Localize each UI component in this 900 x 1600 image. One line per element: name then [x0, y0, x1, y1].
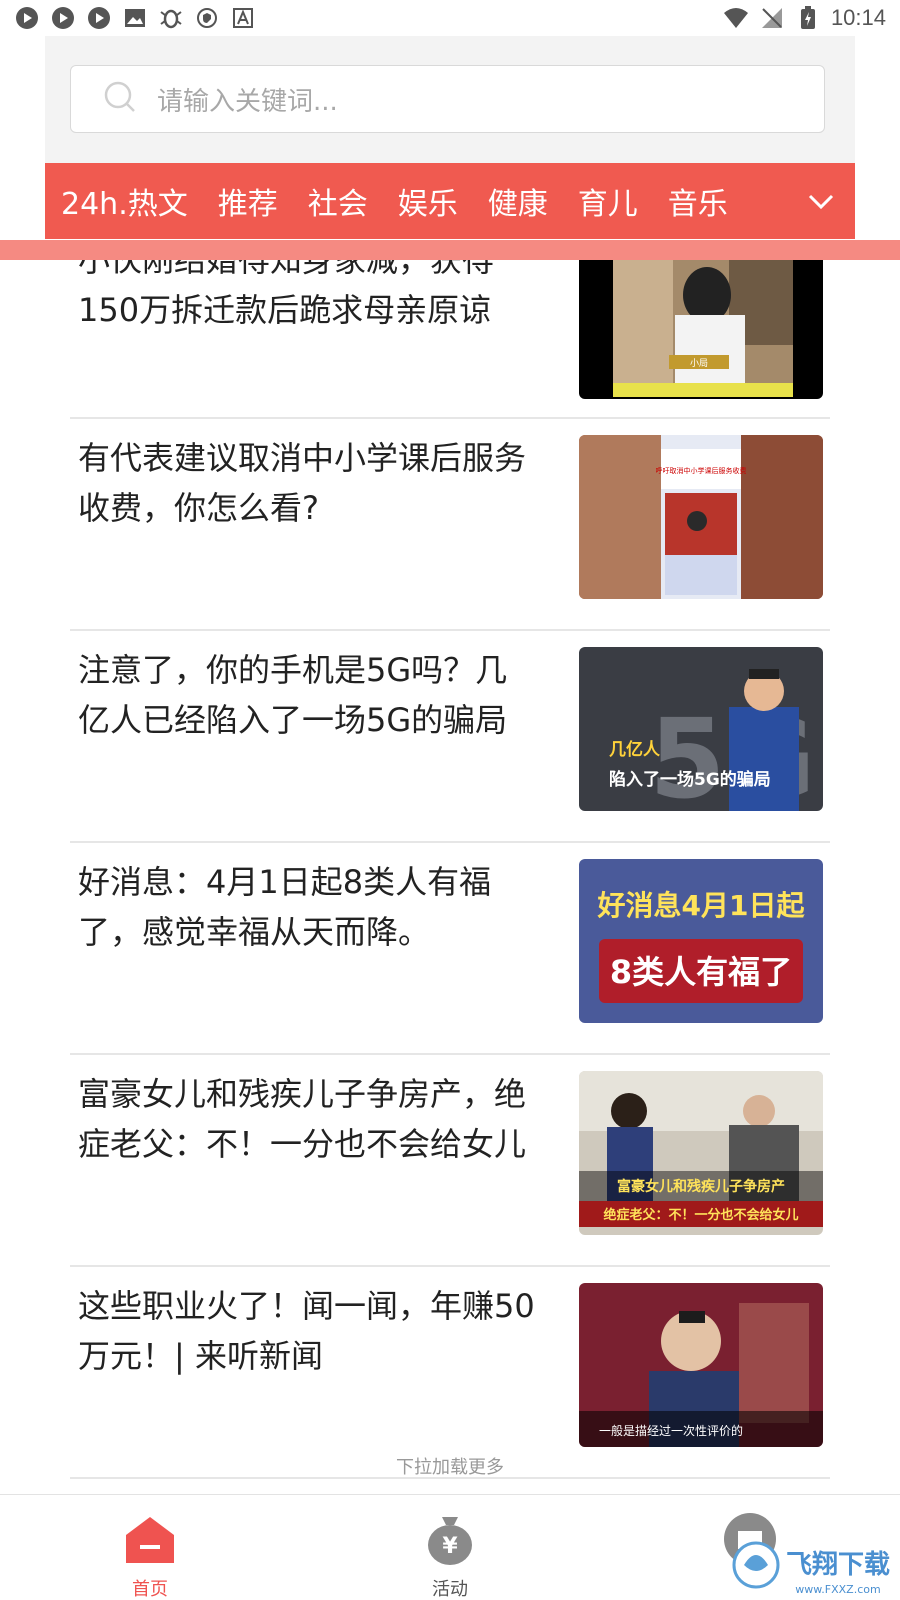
- news-title: 小伙刚结婚得知身家减，获得150万拆迁款后跪求母亲原谅: [78, 260, 495, 329]
- chevron-down-icon[interactable]: [805, 185, 837, 217]
- thumb-caption: 几亿人: [609, 739, 661, 760]
- news-item[interactable]: 小伙刚结婚得知身家减，获得150万拆迁款后跪求母亲原谅 小局: [70, 260, 830, 419]
- thumb-caption: 富豪女儿和残疾儿子争房产: [617, 1178, 785, 1195]
- nav-activity[interactable]: ¥ 活动: [390, 1511, 510, 1600]
- news-item[interactable]: 有代表建议取消中小学课后服务收费，你怎么看? 呼吁取消中小学课后服务收费: [70, 419, 830, 631]
- tab-hot[interactable]: 24h.热文: [61, 179, 188, 223]
- thumb-caption: 8类人有福了: [610, 953, 792, 991]
- news-item[interactable]: 这些职业火了！闻一闻，年赚50万元！| 来听新闻 一般是描经过一次性评价的: [70, 1267, 830, 1479]
- load-more-hint: 下拉加载更多: [396, 1457, 504, 1478]
- battery-charging-icon: [795, 5, 821, 31]
- wifi-icon: [723, 5, 749, 31]
- shield-icon: [194, 5, 220, 31]
- news-item[interactable]: 富豪女儿和残疾儿子争房产，绝症老父：不！一分也不会给女儿 富豪女儿和残疾儿子争房…: [70, 1055, 830, 1267]
- status-icons-left: [14, 5, 256, 31]
- play-icon: [86, 5, 112, 31]
- category-tabbar: 24h.热文 推荐 社会 娱乐 健康 育儿 音乐: [45, 163, 855, 239]
- news-feed[interactable]: 小伙刚结婚得知身家减，获得150万拆迁款后跪求母亲原谅 小局 有代表建议取消中小…: [0, 260, 900, 1494]
- status-icons-right: 10:14: [723, 5, 886, 31]
- tab-parenting[interactable]: 育儿: [578, 179, 638, 223]
- play-icon: [14, 5, 40, 31]
- news-thumbnail: 小局: [579, 260, 823, 399]
- image-icon: [122, 5, 148, 31]
- thumb-caption: 小局: [690, 358, 708, 369]
- thumb-caption: 好消息4月1日起: [597, 889, 806, 922]
- status-bar: 10:14: [0, 0, 900, 36]
- signal-off-icon: [759, 5, 785, 31]
- thumb-caption: 一般是描经过一次性评价的: [599, 1423, 743, 1438]
- watermark-text: 飞翔下载: [786, 1550, 890, 1580]
- news-item[interactable]: 好消息：4月1日起8类人有福了，感觉幸福从天而降。 好消息4月1日起 8类人有福…: [70, 843, 830, 1055]
- nav-activity-label: 活动: [432, 1579, 468, 1600]
- news-thumbnail: 呼吁取消中小学课后服务收费: [579, 435, 823, 599]
- status-time: 10:14: [830, 5, 886, 30]
- refresh-strip: [0, 240, 900, 260]
- news-title: 有代表建议取消中小学课后服务收费，你怎么看?: [78, 439, 527, 527]
- news-title: 好消息：4月1日起8类人有福了，感觉幸福从天而降。: [78, 863, 492, 951]
- thumb-caption: 陷入了一场5G的骗局: [609, 769, 771, 790]
- tab-health[interactable]: 健康: [488, 179, 548, 223]
- money-bag-icon: ¥: [422, 1517, 478, 1571]
- font-a-icon: [230, 5, 256, 31]
- watermark-url: www.FXXZ.com: [795, 1583, 880, 1596]
- svg-text:¥: ¥: [442, 1534, 458, 1559]
- news-thumbnail: 5G 几亿人 陷入了一场5G的骗局: [579, 647, 823, 811]
- watermark-logo: 飞翔下载 www.FXXZ.com: [726, 1515, 900, 1600]
- nav-home-label: 首页: [132, 1579, 168, 1600]
- news-thumbnail: 一般是描经过一次性评价的: [579, 1283, 823, 1447]
- tab-entertainment[interactable]: 娱乐: [398, 179, 458, 223]
- home-icon: [122, 1517, 178, 1571]
- news-title: 注意了，你的手机是5G吗？几亿人已经陷入了一场5G的骗局: [78, 651, 508, 739]
- thumb-caption: 呼吁取消中小学课后服务收费: [656, 466, 747, 475]
- news-thumbnail: 富豪女儿和残疾儿子争房产 绝症老父：不！一分也不会给女儿: [579, 1071, 823, 1235]
- play-icon: [50, 5, 76, 31]
- news-title: 富豪女儿和残疾儿子争房产，绝症老父：不！一分也不会给女儿: [78, 1075, 527, 1163]
- news-item[interactable]: 注意了，你的手机是5G吗？几亿人已经陷入了一场5G的骗局 5G 几亿人 陷入了一…: [70, 631, 830, 843]
- tab-music[interactable]: 音乐: [668, 179, 728, 223]
- search-icon: [103, 80, 137, 118]
- news-title: 这些职业火了！闻一闻，年赚50万元！| 来听新闻: [78, 1287, 535, 1375]
- bug-icon: [158, 5, 184, 31]
- search-placeholder: 请输入关键词...: [157, 86, 338, 117]
- tab-society[interactable]: 社会: [308, 179, 368, 223]
- nav-home[interactable]: 首页: [90, 1511, 210, 1600]
- news-thumbnail: 好消息4月1日起 8类人有福了: [579, 859, 823, 1023]
- tab-recommend[interactable]: 推荐: [218, 179, 278, 223]
- thumb-caption: 绝症老父：不！一分也不会给女儿: [603, 1207, 798, 1223]
- search-input[interactable]: 请输入关键词...: [70, 65, 825, 133]
